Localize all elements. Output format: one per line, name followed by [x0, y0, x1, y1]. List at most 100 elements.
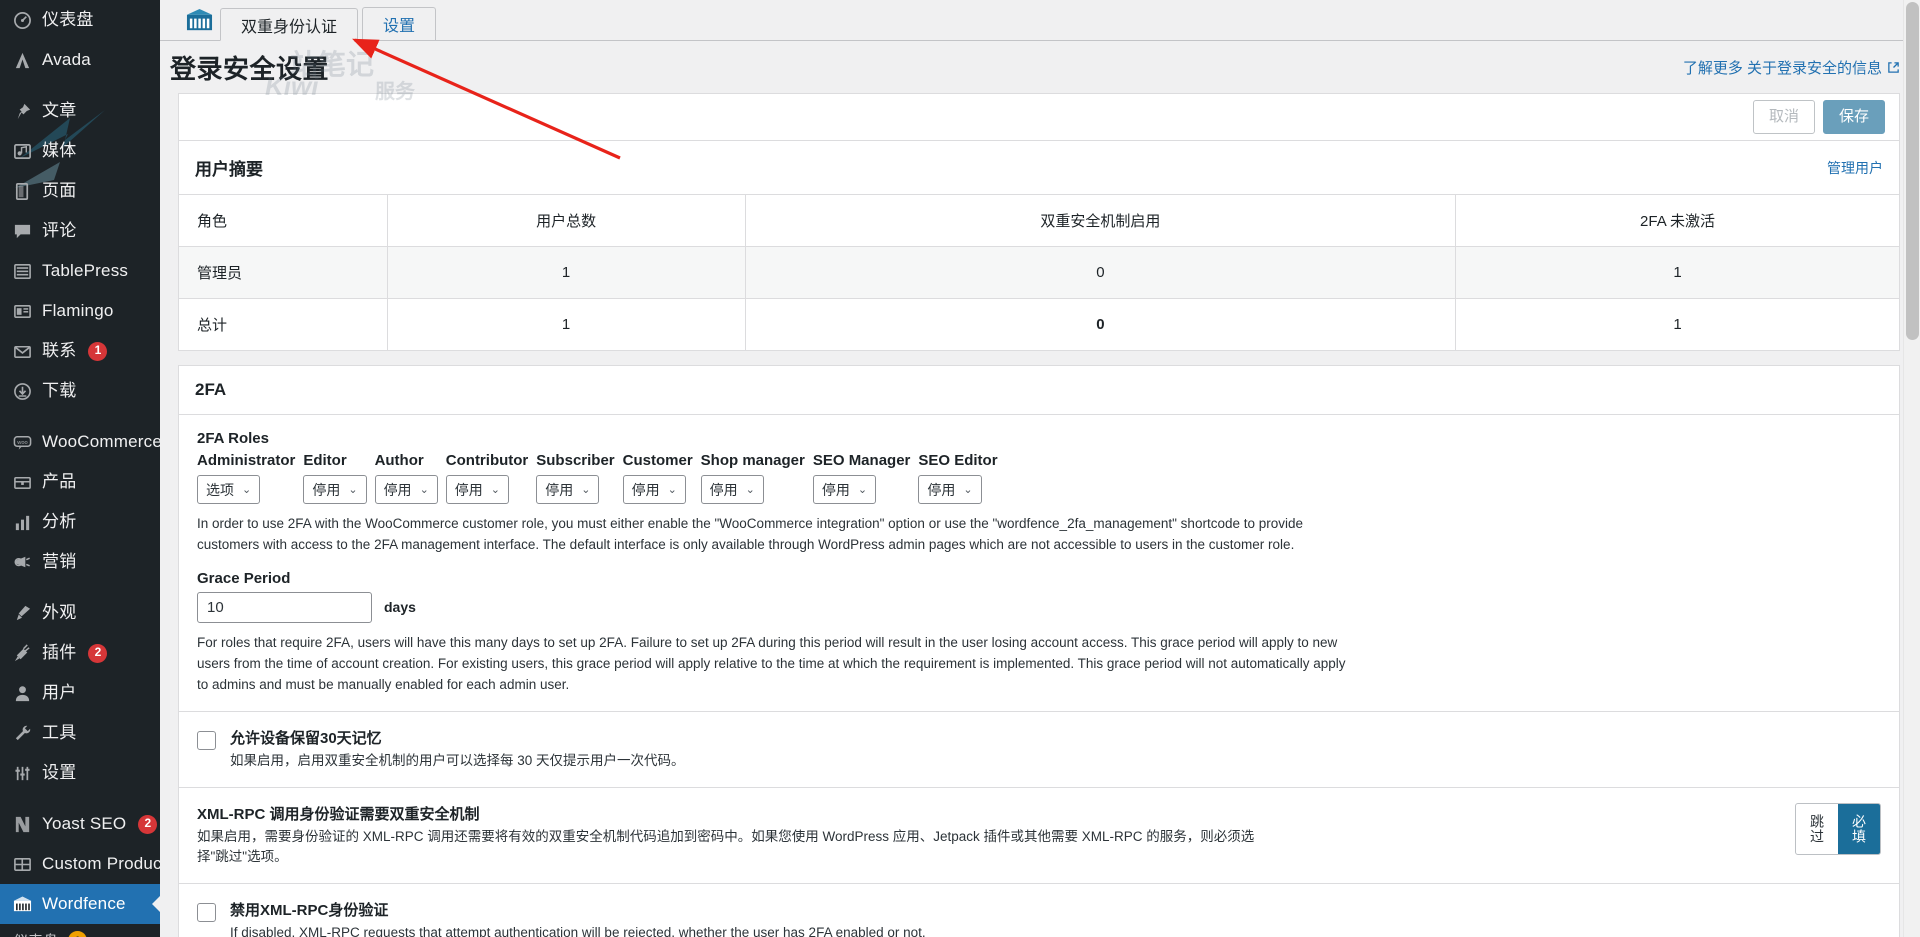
user-summary-table: 角色 用户总数 双重安全机制启用 2FA 未激活 管理员 1 0 1 总计 1 0 1: [179, 195, 1899, 350]
xmlrpc-toggle-skip[interactable]: 跳过: [1796, 804, 1838, 854]
sidebar-item-1[interactable]: Avada: [0, 40, 160, 80]
appearance-icon: [11, 602, 33, 624]
sidebar-subitem-0[interactable]: 仪表盘 1: [0, 924, 160, 937]
twofa-roles-section: 2FA Roles Administrator 选项 ⌄ Editor 停用 ⌄ Autho…: [179, 415, 1899, 712]
sidebar-item-4[interactable]: 页面: [0, 171, 160, 211]
table-cell-total: 1: [387, 298, 746, 350]
summary-column-header-2: 双重安全机制启用: [745, 195, 1457, 247]
tab-0[interactable]: 双重身份认证: [220, 8, 359, 41]
comment-icon: [11, 220, 33, 242]
screen: 仪表盘 Avada 文章 媒体 页面 评论 TablePress Flamingo 联系 1 下载 w…: [0, 0, 1920, 937]
table-cell-enabled: 0: [745, 298, 1457, 350]
role-select-8[interactable]: 停用 ⌄: [918, 475, 982, 504]
pin-icon: [11, 100, 33, 122]
role-name-label: SEO Manager: [812, 452, 911, 469]
sidebar-item-label: 下载: [42, 380, 77, 400]
grace-period-input[interactable]: 10: [197, 591, 372, 623]
download-icon: [11, 380, 33, 402]
table-cell-inactive: 1: [1673, 316, 1682, 333]
avada-icon: [11, 49, 33, 71]
sidebar-item-13[interactable]: 营销: [0, 542, 160, 582]
sidebar-separator: [0, 793, 160, 804]
learn-more-link[interactable]: 了解更多 关于登录安全的信息: [1683, 57, 1900, 78]
roles-grid[interactable]: Administrator 选项 ⌄ Editor 停用 ⌄ Author 停用 ⌄ Contri…: [197, 452, 1881, 504]
chevron-down-icon: ⌄: [857, 484, 868, 496]
grace-period-label: Grace Period: [197, 569, 291, 587]
woocommerce-icon: woo: [11, 431, 33, 453]
sidebar-item-2[interactable]: 文章: [0, 91, 160, 131]
sidebar-item-0[interactable]: 仪表盘: [0, 0, 160, 40]
sidebar-item-17[interactable]: 工具: [0, 713, 160, 753]
sidebar-item-9[interactable]: 下载: [0, 371, 160, 411]
role-select-5[interactable]: 停用 ⌄: [622, 475, 686, 504]
sidebar-item-label: WooCommerce: [42, 431, 160, 451]
role-column-0: Administrator 选项 ⌄: [197, 452, 295, 504]
chevron-down-icon: ⌄: [745, 484, 755, 496]
role-select-3[interactable]: 停用 ⌄: [445, 475, 509, 504]
tab-strip[interactable]: 双重身份认证 设置: [160, 0, 1920, 41]
role-select-value: 停用: [454, 481, 483, 498]
sidebar-item-15[interactable]: 插件 2: [0, 633, 160, 673]
role-select-value: 停用: [821, 481, 850, 498]
sidebar-item-label: 文章: [42, 100, 77, 120]
role-select-7[interactable]: 停用 ⌄: [812, 475, 877, 504]
page-scrollbar[interactable]: [1903, 0, 1920, 937]
sidebar-item-11[interactable]: 产品: [0, 462, 160, 502]
sidebar-item-6[interactable]: TablePress: [0, 251, 160, 291]
role-name-label: Administrator: [197, 452, 296, 469]
sidebar-item-18[interactable]: 设置: [0, 753, 160, 793]
twofa-roles-description: In order to use 2FA with the WooCommerce…: [197, 516, 1304, 552]
tab-1[interactable]: 设置: [362, 7, 437, 40]
sidebar-item-label: 工具: [42, 722, 77, 742]
sidebar-item-10[interactable]: woo WooCommerce: [0, 422, 160, 462]
sidebar-item-8[interactable]: 联系 1: [0, 331, 160, 371]
table-cell-enabled: 0: [745, 246, 1457, 299]
disable-xmlrpc-checkbox[interactable]: [197, 903, 216, 923]
role-select-4[interactable]: 停用 ⌄: [536, 475, 600, 504]
role-select-6[interactable]: 停用 ⌄: [700, 475, 764, 504]
manage-users-link[interactable]: 管理用户: [1827, 158, 1883, 178]
sidebar-item-16[interactable]: 用户: [0, 673, 160, 713]
wordfence-logo-icon: [186, 8, 213, 31]
role-select-0[interactable]: 选项 ⌄: [197, 475, 261, 504]
sidebar-item-label: 评论: [42, 220, 77, 240]
role-select-value: 停用: [383, 481, 412, 498]
sidebar-item-label: 联系: [42, 340, 77, 360]
role-column-4: Subscriber 停用 ⌄: [536, 452, 615, 504]
table-cell-total: 1: [387, 246, 746, 299]
admin-sidebar[interactable]: 仪表盘 Avada 文章 媒体 页面 评论 TablePress Flamingo 联系 1 下载 w…: [0, 0, 160, 937]
sidebar-item-3[interactable]: 媒体: [0, 131, 160, 171]
xmlrpc-toggle-required[interactable]: 必填: [1838, 803, 1880, 854]
grace-period-unit: days: [384, 599, 416, 616]
envelope-icon: [11, 340, 33, 362]
sidebar-badge: 1: [88, 341, 108, 361]
sidebar-item-21[interactable]: Wordfence: [0, 884, 160, 924]
scrollbar-thumb[interactable]: [1906, 2, 1919, 340]
title-band: 登录安全设置 了解更多 关于登录安全的信息 站笔记 Kiwi 服务: [160, 41, 1920, 103]
role-name-label: Customer: [622, 452, 693, 469]
sidebar-item-20[interactable]: Custom Product Tabs: [0, 844, 160, 884]
main-region: 双重身份认证 设置 登录安全设置 了解更多 关于登录安全的信息 站笔记 Kiwi …: [160, 0, 1920, 937]
sidebar-item-14[interactable]: 外观: [0, 593, 160, 633]
role-select-value: 停用: [927, 481, 956, 498]
sidebar-badge: 2: [138, 814, 158, 834]
cancel-button[interactable]: 取消: [1752, 99, 1815, 135]
learn-more-label: 了解更多 关于登录安全的信息: [1682, 59, 1882, 77]
sidebar-separator: [0, 582, 160, 593]
chevron-down-icon: ⌄: [581, 484, 591, 496]
save-button[interactable]: 保存: [1822, 99, 1885, 135]
sidebar-subitem-label: 仪表盘: [13, 930, 58, 937]
sidebar-item-7[interactable]: Flamingo: [0, 291, 160, 331]
sidebar-item-12[interactable]: 分析: [0, 502, 160, 542]
disable-xmlrpc-description: If disabled, XML-RPC requests that attem…: [230, 925, 926, 937]
sidebar-item-19[interactable]: Yoast SEO 2: [0, 804, 160, 844]
sidebar-item-5[interactable]: 评论: [0, 211, 160, 251]
external-link-icon: [1888, 61, 1899, 73]
role-select-2[interactable]: 停用 ⌄: [374, 475, 438, 504]
sidebar-item-label: Flamingo: [42, 300, 114, 320]
role-select-1[interactable]: 停用 ⌄: [303, 475, 367, 504]
remember-device-checkbox[interactable]: [197, 730, 216, 750]
role-name-label: SEO Editor: [918, 452, 998, 469]
sidebar-item-label: 营销: [42, 551, 77, 571]
xmlrpc-2fa-toggle[interactable]: 跳过 必填: [1795, 802, 1881, 855]
